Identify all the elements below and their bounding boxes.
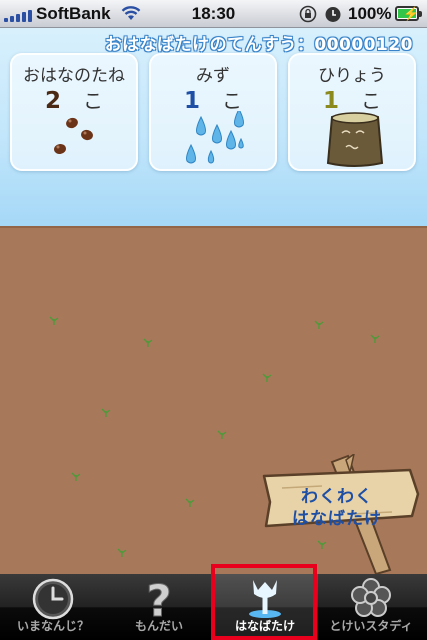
water-unit: こ: [222, 89, 242, 113]
garden-signboard: わくわく はなばたけ: [262, 454, 427, 574]
sprout-icon: [262, 373, 272, 382]
flower-outline-icon: [351, 578, 391, 617]
water-drops-icon: [186, 111, 244, 164]
seed-card[interactable]: おはなのたね 2こ: [10, 53, 138, 171]
sign-text-line2: はなばたけ: [292, 509, 382, 529]
garden-score: おはなばたけのてんすう：00000120: [105, 30, 413, 55]
tab-question[interactable]: ? もんだい: [106, 574, 212, 640]
tab-clock-study[interactable]: とけいスタディ: [318, 574, 424, 640]
clock-icon: [32, 578, 74, 620]
score-label: おはなばたけのてんすう：: [104, 35, 315, 55]
sprout-icon: [71, 472, 81, 481]
water-card[interactable]: みず 1こ: [149, 53, 277, 171]
sprout-icon: [143, 338, 153, 347]
flower-icon: [249, 580, 281, 618]
tab-flower-field[interactable]: はなばたけ: [212, 574, 318, 640]
tab-label: いまなんじ？: [16, 619, 89, 633]
fertilizer-card-title: ひりょう: [318, 66, 386, 86]
sprout-icon: [185, 498, 195, 507]
sprout-icon: [49, 316, 59, 325]
fertilizer-card[interactable]: ひりょう 1こ: [288, 53, 416, 171]
tab-current-time[interactable]: いまなんじ？: [0, 574, 106, 640]
water-card-count: 1こ: [151, 85, 275, 114]
seed-card-title: おはなのたね: [23, 66, 125, 86]
seed-card-count: 2こ: [12, 85, 136, 114]
sprout-icon: [314, 320, 324, 329]
fertilizer-card-count: 1こ: [290, 85, 414, 114]
question-mark-icon: ?: [146, 578, 173, 620]
score-value: 00000120: [314, 35, 413, 55]
svg-text:?: ?: [146, 578, 172, 620]
tab-label: とけいスタディ: [329, 619, 413, 633]
seed-unit: こ: [83, 89, 103, 113]
status-bar: SoftBank 18:30 100% ⚡: [0, 0, 427, 28]
tab-label: はなばたけ: [234, 619, 295, 633]
alarm-icon: [325, 7, 341, 22]
water-card-title: みず: [196, 66, 230, 86]
rotation-lock-icon: [299, 5, 317, 23]
battery-percent: 100%: [348, 4, 392, 23]
sprout-icon: [370, 334, 380, 343]
fertilizer-unit: こ: [361, 89, 381, 113]
sprout-icon: [217, 430, 227, 439]
sprout-icon: [117, 548, 127, 557]
tab-label: もんだい: [134, 619, 183, 633]
sprout-icon: [101, 408, 111, 417]
battery-icon: ⚡: [395, 6, 422, 21]
sky-header: おはなばたけのてんすう：00000120 おはなのたね 2こ みず 1こ ひりょ…: [0, 28, 427, 226]
fertilizer-bag-icon: [326, 112, 384, 167]
tab-bar: いまなんじ？ ? もんだい はなばたけ とけいスタディ: [0, 574, 427, 640]
seeds-icon: [54, 117, 93, 155]
